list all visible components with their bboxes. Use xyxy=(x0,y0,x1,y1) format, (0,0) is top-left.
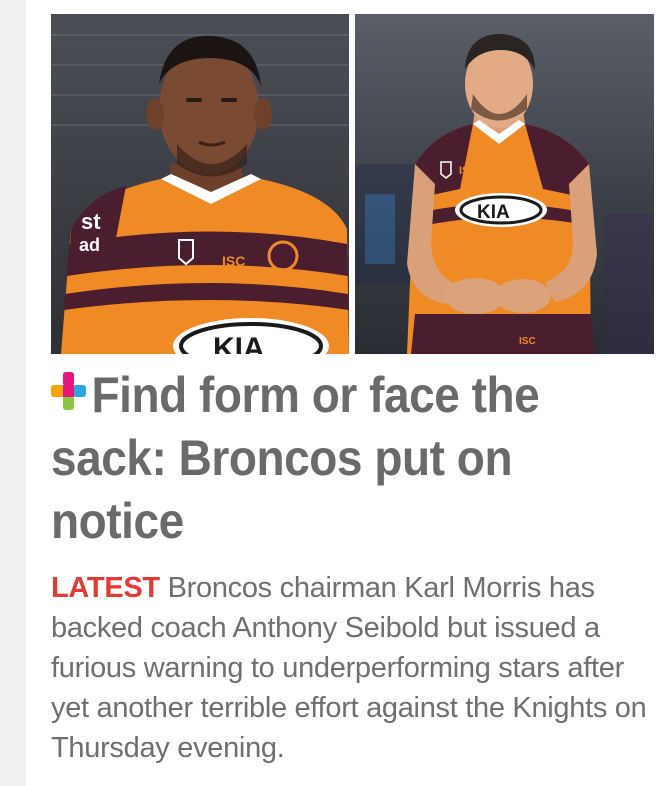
player-photo-left[interactable]: st ad ISC KIA xyxy=(51,14,349,354)
svg-text:ISC: ISC xyxy=(519,336,536,347)
svg-text:ISC: ISC xyxy=(222,253,245,269)
colored-plus-icon xyxy=(51,372,86,410)
svg-text:st: st xyxy=(81,209,101,234)
latest-badge: LATEST xyxy=(51,572,160,604)
article-summary[interactable]: LATEST Broncos chairman Karl Morris has … xyxy=(51,568,651,768)
player-photo-right[interactable]: ISC KIA ISC xyxy=(355,14,654,354)
svg-text:ad: ad xyxy=(79,235,100,255)
kia-logo-right: KIA xyxy=(477,202,510,223)
article-card[interactable]: st ad ISC KIA ISC KIA ISC Find form or f… xyxy=(0,0,658,786)
svg-text:ISC: ISC xyxy=(459,165,477,177)
article-headline[interactable]: Find form or face the sack: Broncos put … xyxy=(51,364,651,553)
article-photo-strip[interactable]: st ad ISC KIA ISC KIA ISC xyxy=(51,14,654,354)
kia-logo-left: KIA xyxy=(213,332,265,354)
headline-text[interactable]: Find form or face the sack: Broncos put … xyxy=(51,367,540,549)
left-rail xyxy=(0,0,26,786)
